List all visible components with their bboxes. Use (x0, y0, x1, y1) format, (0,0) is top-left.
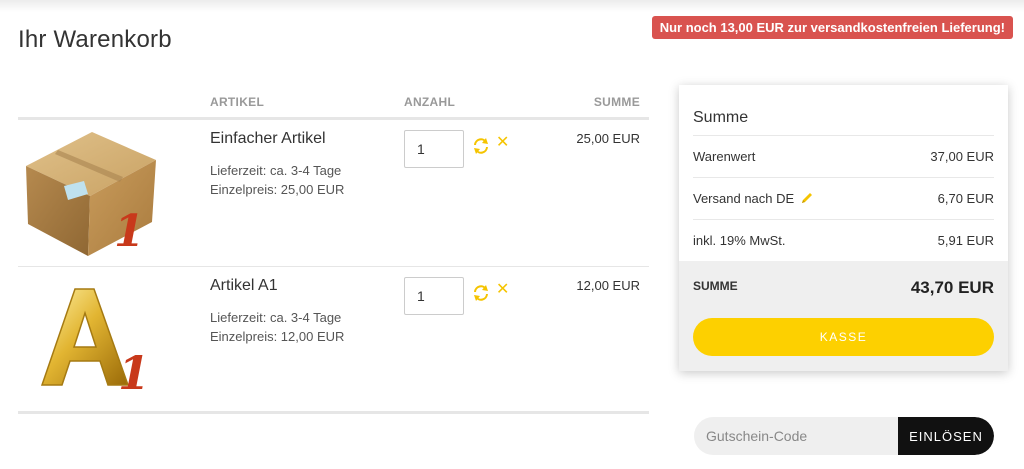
summary-total: SUMME 43,70 EUR KASSE (679, 261, 1008, 371)
shipping-label: Versand nach DE (693, 191, 795, 206)
checkout-button[interactable]: KASSE (693, 318, 994, 356)
summary-line-subtotal: Warenwert 37,00 EUR (693, 135, 994, 177)
header-sum: SUMME (593, 95, 640, 109)
quantity-input[interactable] (404, 130, 464, 168)
product-name[interactable]: Artikel A1 (210, 277, 278, 295)
product-name[interactable]: Einfacher Artikel (210, 130, 326, 148)
delivery-time: Lieferzeit: ca. 3-4 Tage (210, 310, 342, 325)
cardboard-box-icon: 1 (26, 132, 156, 257)
unit-price: Einzelpreis: 25,00 EUR (210, 182, 345, 197)
remove-icon[interactable]: ✕ (496, 135, 509, 151)
top-shadow (0, 0, 1024, 12)
refresh-icon[interactable] (472, 137, 490, 155)
remove-icon[interactable]: ✕ (496, 282, 509, 298)
quantity-input[interactable] (404, 277, 464, 315)
subtotal-label: Warenwert (693, 149, 756, 164)
cart-table-header: ARTIKEL ANZAHL SUMME (18, 80, 649, 120)
summary-line-shipping: Versand nach DE 6,70 EUR (693, 177, 994, 219)
coupon-input[interactable] (694, 417, 899, 455)
shipping-label-wrap: Versand nach DE (693, 191, 814, 206)
subtotal-value: 37,00 EUR (930, 149, 994, 164)
header-quantity: ANZAHL (404, 95, 456, 109)
row-total: 12,00 EUR (576, 278, 640, 293)
order-summary: Summe Warenwert 37,00 EUR Versand nach D… (679, 85, 1008, 371)
summary-title: Summe (693, 109, 749, 126)
product-image-a1[interactable]: 1 (22, 273, 162, 407)
shipping-value: 6,70 EUR (937, 191, 994, 206)
svg-text:1: 1 (118, 346, 150, 400)
pencil-icon[interactable] (800, 191, 814, 205)
refresh-icon[interactable] (472, 284, 490, 302)
delivery-time: Lieferzeit: ca. 3-4 Tage (210, 163, 342, 178)
page-title: Ihr Warenkorb (18, 26, 172, 53)
unit-price: Einzelpreis: 12,00 EUR (210, 329, 345, 344)
total-value: 43,70 EUR (910, 278, 994, 297)
product-image-box[interactable]: 1 (22, 126, 162, 260)
cart-table: ARTIKEL ANZAHL SUMME 1 Einfacher Artikel… (18, 80, 649, 414)
gold-letter-a1-icon: 1 (40, 288, 150, 400)
vat-value: 5,91 EUR (937, 233, 994, 248)
vat-label: inkl. 19% MwSt. (693, 233, 786, 248)
free-shipping-badge: Nur noch 13,00 EUR zur versandkostenfrei… (651, 16, 1013, 39)
coupon-form: EINLÖSEN (694, 417, 994, 455)
row-total: 25,00 EUR (576, 131, 640, 146)
total-label: SUMME (693, 279, 738, 293)
cart-row: 1 Artikel A1 Lieferzeit: ca. 3-4 Tage Ei… (18, 267, 649, 414)
redeem-coupon-button[interactable]: EINLÖSEN (898, 417, 994, 455)
summary-line-vat: inkl. 19% MwSt. 5,91 EUR (693, 219, 994, 261)
cart-row: 1 Einfacher Artikel Lieferzeit: ca. 3-4 … (18, 120, 649, 267)
svg-text:1: 1 (114, 206, 145, 257)
header-article: ARTIKEL (210, 95, 265, 109)
